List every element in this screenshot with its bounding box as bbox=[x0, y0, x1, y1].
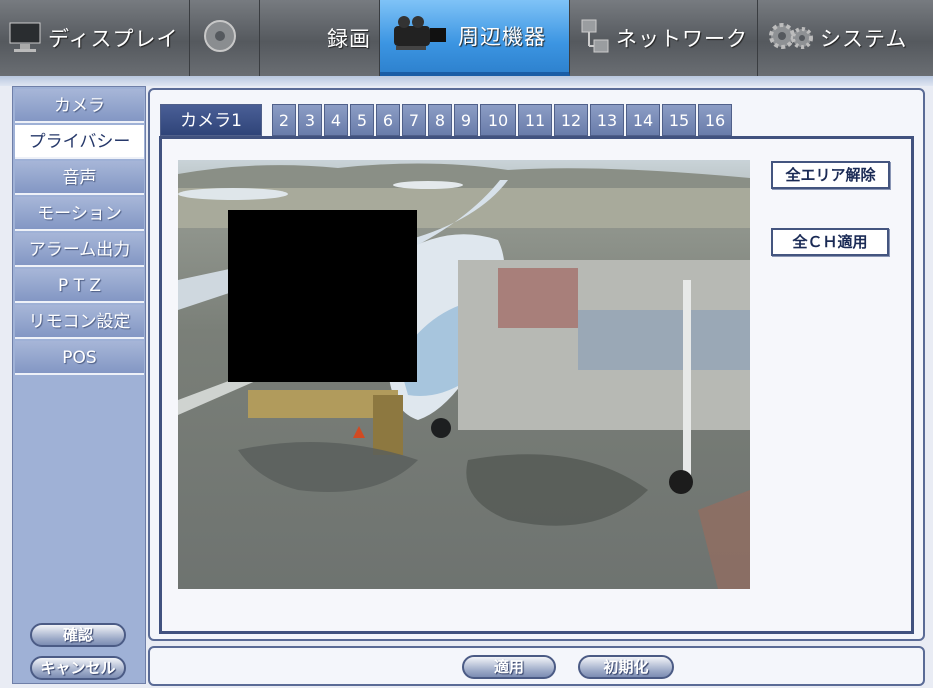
distant-plane-mid bbox=[393, 181, 463, 189]
tab-camera-6[interactable]: 6 bbox=[376, 104, 400, 136]
menu-network[interactable]: ネットワーク bbox=[570, 0, 758, 76]
sidebar-item-alarm-output[interactable]: アラーム出力 bbox=[15, 233, 144, 267]
apply-all-channels-button[interactable]: 全ＣＨ適用 bbox=[771, 228, 889, 256]
jet-bridge-tunnel bbox=[578, 310, 750, 370]
cancel-button[interactable]: キャンセル bbox=[30, 656, 126, 680]
camera-preview[interactable] bbox=[178, 160, 750, 589]
tab-camera-5[interactable]: 5 bbox=[350, 104, 374, 136]
sidebar: カメラ プライバシー 音声 モーション アラーム出力 P T Z リモコン設定 … bbox=[12, 86, 146, 684]
monitor-icon bbox=[8, 19, 42, 58]
sidebar-item-camera[interactable]: カメラ bbox=[15, 89, 144, 123]
belt-loader bbox=[373, 395, 403, 455]
menu-system-label: システム bbox=[820, 27, 908, 51]
tab-camera-8[interactable]: 8 bbox=[428, 104, 452, 136]
bridge-wheel bbox=[669, 470, 693, 494]
menu-system[interactable]: システム bbox=[758, 0, 933, 76]
network-icon bbox=[580, 16, 610, 61]
plane-wheel bbox=[431, 418, 451, 438]
privacy-mask-area[interactable] bbox=[228, 210, 417, 382]
sidebar-item-ptz[interactable]: P T Z bbox=[15, 269, 144, 303]
support-pillar bbox=[683, 280, 691, 480]
tab-camera-13[interactable]: 13 bbox=[590, 104, 624, 136]
distant-plane-left bbox=[178, 188, 288, 200]
sidebar-item-audio[interactable]: 音声 bbox=[15, 161, 144, 195]
menu-peripheral[interactable]: 周辺機器 bbox=[380, 0, 570, 76]
menu-display-label: ディスプレイ bbox=[48, 27, 179, 51]
sidebar-item-remote[interactable]: リモコン設定 bbox=[15, 305, 144, 339]
sidebar-item-privacy[interactable]: プライバシー bbox=[15, 125, 144, 159]
tab-camera-2[interactable]: 2 bbox=[272, 104, 296, 136]
menu-peripheral-label: 周辺機器 bbox=[458, 25, 546, 49]
tab-camera-3[interactable]: 3 bbox=[298, 104, 322, 136]
tab-camera-11[interactable]: 11 bbox=[518, 104, 552, 136]
jet-bridge-cab bbox=[498, 268, 578, 328]
tab-camera-9[interactable]: 9 bbox=[454, 104, 478, 136]
tab-camera-15[interactable]: 15 bbox=[662, 104, 696, 136]
confirm-button[interactable]: 確認 bbox=[30, 623, 126, 647]
menu-disc[interactable] bbox=[190, 0, 260, 76]
menu-record-label: 録画 bbox=[327, 27, 371, 51]
menu-display[interactable]: ディスプレイ bbox=[0, 0, 190, 76]
reset-button[interactable]: 初期化 bbox=[578, 655, 674, 679]
apply-button[interactable]: 適用 bbox=[462, 655, 556, 679]
tab-camera-10[interactable]: 10 bbox=[480, 104, 516, 136]
menu-network-label: ネットワーク bbox=[616, 27, 748, 51]
camcorder-icon bbox=[390, 14, 452, 59]
tab-camera-7[interactable]: 7 bbox=[402, 104, 426, 136]
tab-camera-4[interactable]: 4 bbox=[324, 104, 348, 136]
tab-camera-14[interactable]: 14 bbox=[626, 104, 660, 136]
menu-underline bbox=[0, 76, 933, 86]
gears-icon bbox=[768, 16, 814, 61]
sidebar-item-motion[interactable]: モーション bbox=[15, 197, 144, 231]
sidebar-item-pos[interactable]: POS bbox=[15, 341, 144, 375]
tab-camera-1[interactable]: カメラ1 bbox=[160, 104, 262, 136]
tab-camera-12[interactable]: 12 bbox=[554, 104, 588, 136]
tab-camera-16[interactable]: 16 bbox=[698, 104, 732, 136]
clear-all-areas-button[interactable]: 全エリア解除 bbox=[771, 161, 890, 189]
disc-icon bbox=[200, 16, 240, 61]
menu-record[interactable]: 録画 bbox=[260, 0, 380, 76]
top-menu-bar: ディスプレイ 録画 周辺機器 ネットワーク システム bbox=[0, 0, 933, 78]
